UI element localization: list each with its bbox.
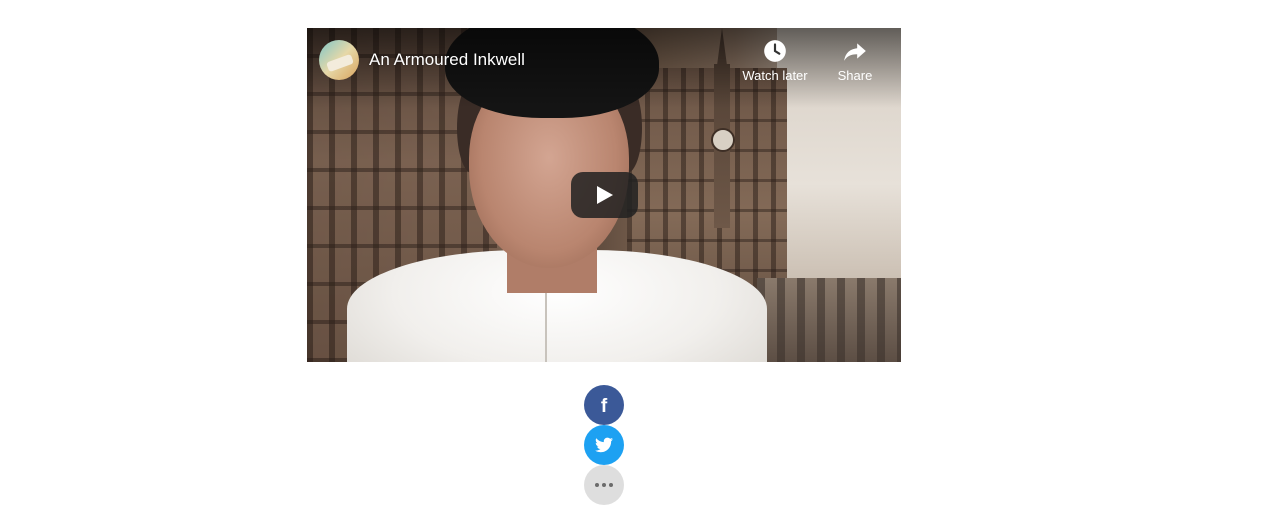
watch-later-button[interactable]: Watch later [735, 38, 815, 83]
clock-icon [764, 40, 786, 62]
more-share-options-button[interactable] [584, 465, 624, 505]
page: An Armoured Inkwell Watch later Share f [0, 0, 1274, 521]
twitter-icon [595, 437, 613, 453]
facebook-share-button[interactable]: f [584, 385, 624, 425]
twitter-share-button[interactable] [584, 425, 624, 465]
channel-avatar[interactable] [319, 40, 359, 80]
play-button[interactable] [571, 172, 638, 218]
thumbnail-street [757, 278, 901, 362]
thumbnail-clock-face [711, 128, 735, 152]
share-label: Share [837, 68, 873, 83]
more-dots-icon [595, 483, 613, 487]
video-embed[interactable]: An Armoured Inkwell Watch later Share [307, 28, 901, 362]
share-button[interactable]: Share [815, 38, 895, 83]
share-arrow-icon [844, 43, 866, 61]
play-icon [597, 186, 613, 204]
video-title[interactable]: An Armoured Inkwell [369, 50, 525, 70]
facebook-icon: f [600, 395, 608, 417]
watch-later-label: Watch later [742, 68, 808, 83]
